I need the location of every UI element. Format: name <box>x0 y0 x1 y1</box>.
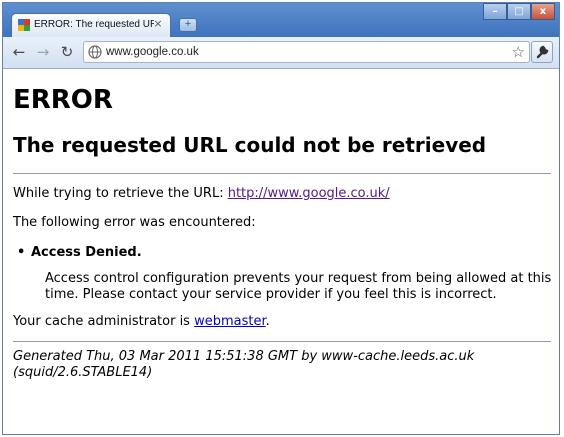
footer-divider <box>13 341 551 342</box>
address-bar[interactable]: ☆ <box>83 41 530 63</box>
tab-title: ERROR: The requested UR... <box>34 19 154 30</box>
page-subtitle: The requested URL could not be retrieved <box>13 133 487 157</box>
google-favicon-icon <box>18 19 30 31</box>
globe-icon <box>88 45 102 59</box>
maximize-button[interactable]: □ <box>507 3 531 20</box>
window-controls: – □ x <box>483 3 555 21</box>
title-bar: ERROR: The requested UR... × + – □ x <box>3 3 559 37</box>
forward-arrow-icon[interactable]: → <box>35 44 51 60</box>
back-arrow-icon[interactable]: ← <box>11 44 27 60</box>
retrieve-url-link[interactable]: http://www.google.co.uk/ <box>228 186 390 201</box>
browser-toolbar: ← → ↻ ☆ <box>3 37 559 69</box>
bullet-icon: • <box>17 245 26 260</box>
tab-close-icon[interactable]: × <box>152 18 164 30</box>
admin-line: Your cache administrator is webmaster. <box>13 314 270 329</box>
admin-prefix: Your cache administrator is <box>13 314 195 329</box>
retrieve-prefix: While trying to retrieve the URL: <box>13 186 228 201</box>
page-title: ERROR <box>13 85 113 115</box>
bookmark-star-icon[interactable]: ☆ <box>512 43 525 61</box>
close-window-button[interactable]: x <box>531 3 555 20</box>
webmaster-link[interactable]: webmaster <box>194 314 266 329</box>
minimize-button[interactable]: – <box>483 3 507 20</box>
error-list-item: • Access Denied. <box>17 245 142 260</box>
generated-footer: Generated Thu, 03 Mar 2011 15:51:38 GMT … <box>13 349 475 380</box>
divider <box>13 173 551 174</box>
url-input[interactable] <box>106 44 486 60</box>
browser-window: ERROR: The requested UR... × + – □ x ← →… <box>2 2 560 435</box>
wrench-icon <box>536 45 549 59</box>
wrench-menu-button[interactable] <box>531 41 553 63</box>
page-content: ERROR The requested URL could not be ret… <box>3 69 559 434</box>
error-intro: The following error was encountered: <box>13 215 256 230</box>
new-tab-button[interactable]: + <box>179 18 197 32</box>
retrieve-line: While trying to retrieve the URL: http:/… <box>13 186 390 201</box>
error-title: Access Denied. <box>31 245 142 260</box>
reload-icon[interactable]: ↻ <box>59 44 75 60</box>
admin-suffix: . <box>265 314 270 329</box>
error-detail: Access control configuration prevents yo… <box>45 271 552 302</box>
tab-active[interactable]: ERROR: The requested UR... × <box>11 13 171 37</box>
